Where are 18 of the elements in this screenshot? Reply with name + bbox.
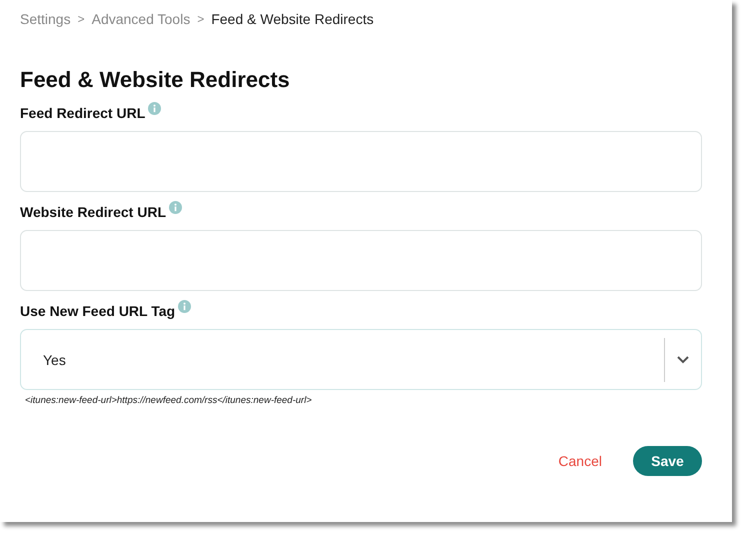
info-icon[interactable] [178,300,192,313]
input-field[interactable] [20,131,702,192]
save-button[interactable]: Save [633,446,702,476]
cancel-button[interactable]: Cancel [558,453,602,469]
input-field[interactable] [20,230,702,291]
breadcrumb-separator: > [197,12,204,26]
chevron-down-icon [677,356,689,364]
field-label: Use New Feed URL Tag [20,303,176,319]
hint-text: <itunes:new-feed-url>https://newfeed.com/rss</itunes:new-feed-url> [25,395,313,406]
page-title: Feed & Website Redirects [20,67,291,93]
breadcrumb-link[interactable]: Advanced Tools [92,11,190,27]
field-label: Website Redirect URL [20,204,166,220]
info-icon[interactable] [169,201,182,214]
breadcrumb-link[interactable]: Settings [20,11,71,27]
breadcrumb-separator: > [78,12,85,26]
field-label: Feed Redirect URL [20,105,146,121]
info-icon[interactable] [148,102,162,115]
dropdown[interactable]: Yes [20,329,702,390]
